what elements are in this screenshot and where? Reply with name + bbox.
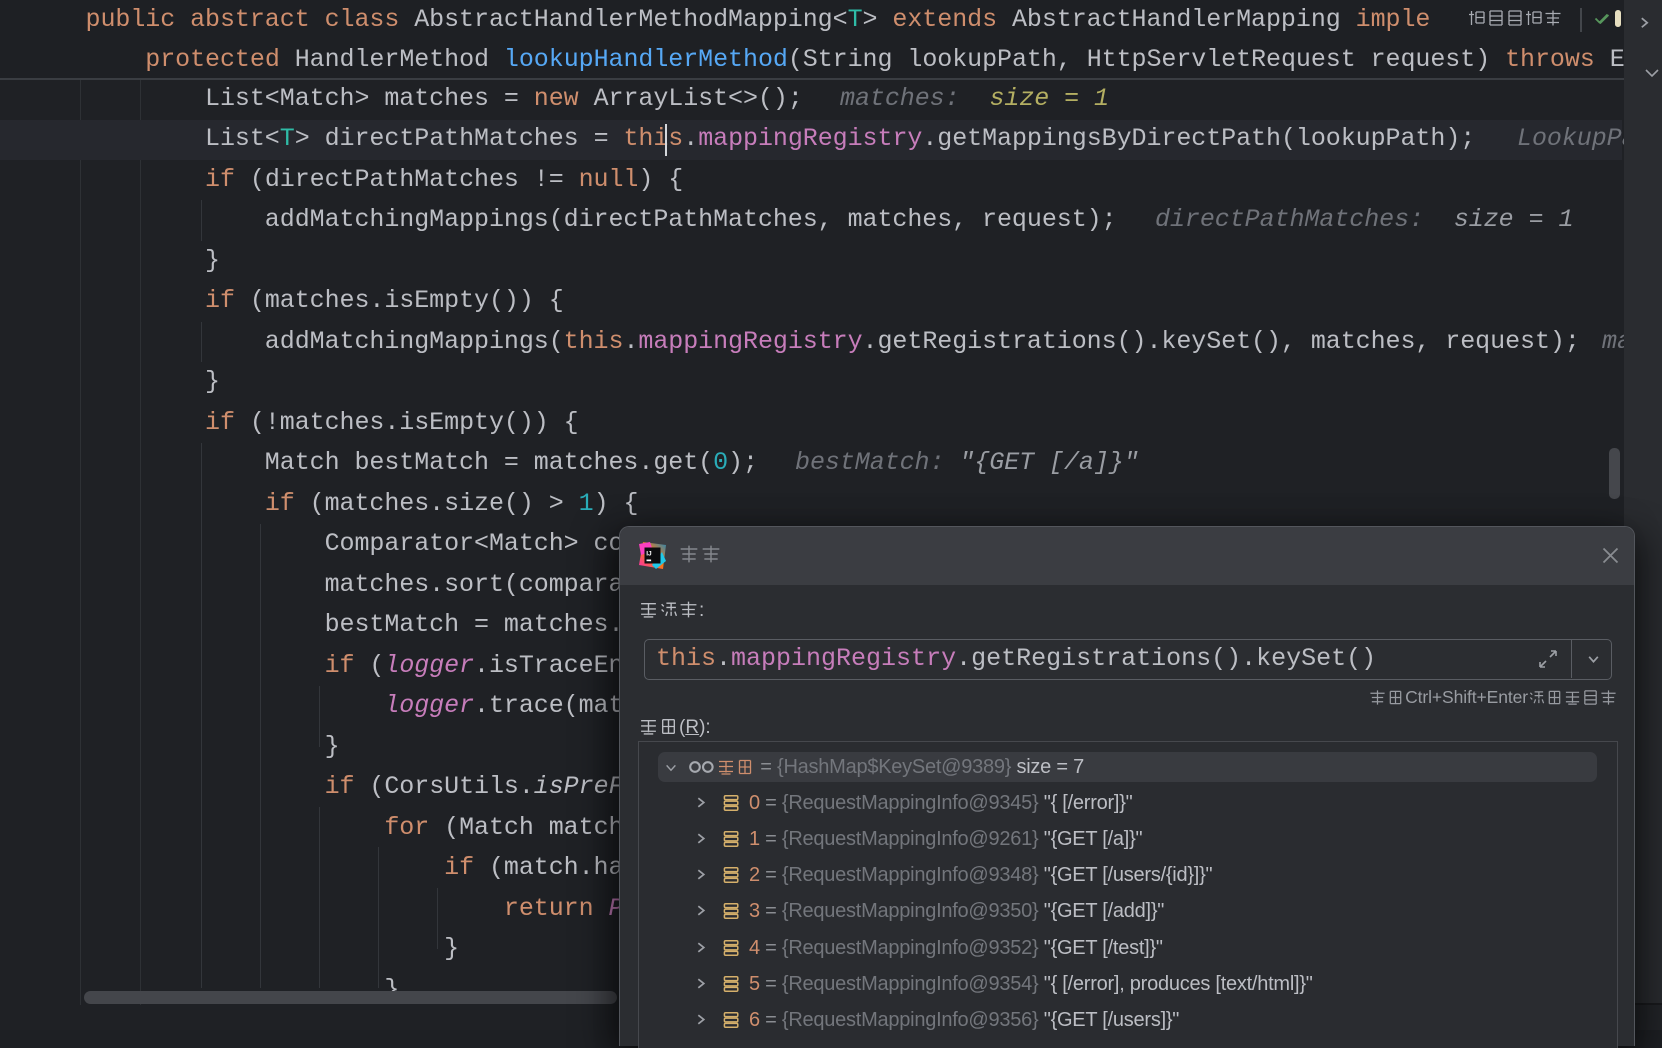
svg-text:IJ: IJ xyxy=(646,551,652,558)
